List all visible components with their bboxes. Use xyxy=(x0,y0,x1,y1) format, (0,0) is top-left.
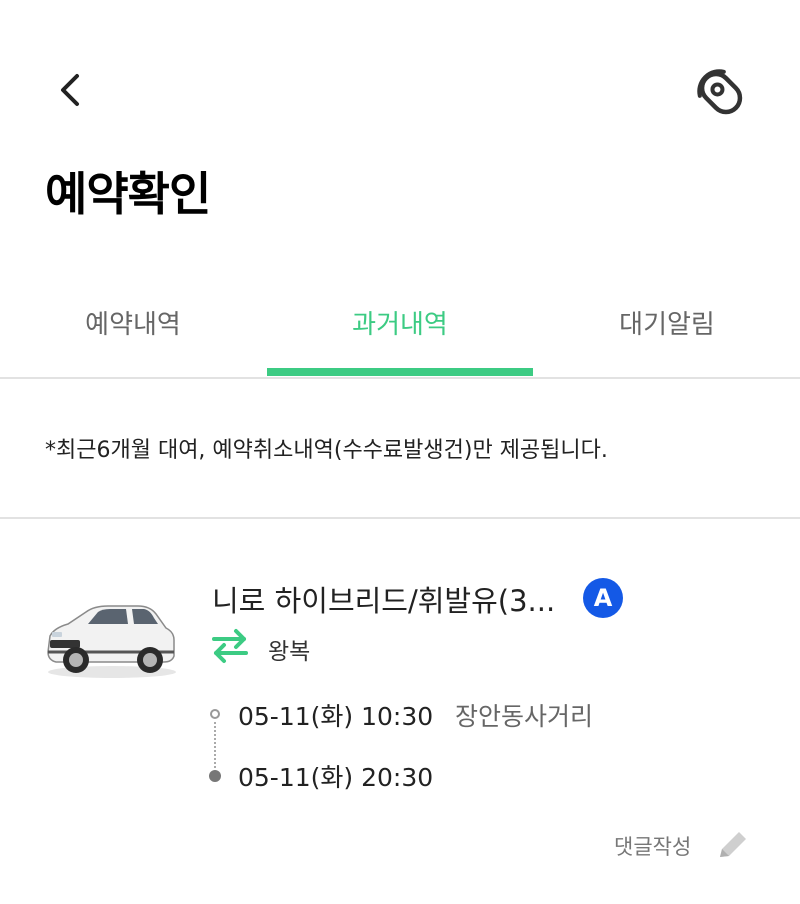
pencil-icon xyxy=(720,832,746,857)
return-timeline-dot xyxy=(209,770,221,782)
active-tab-indicator xyxy=(267,368,533,376)
history-notice: *최근6개월 대여, 예약취소내역(수수료발생건)만 제공됩니다. xyxy=(45,438,608,463)
page-title: 예약확인 xyxy=(45,167,211,221)
tab-bar: 예약내역 과거내역 대기알림 xyxy=(0,290,800,380)
pickup-time: 05-11(화) 10:30 xyxy=(238,702,434,731)
swap-arrows-icon xyxy=(210,626,250,666)
tab-waiting-alerts[interactable]: 대기알림 xyxy=(534,290,800,378)
pickup-location: 장안동사거리 xyxy=(455,702,594,731)
tab-past-history[interactable]: 과거내역 xyxy=(267,290,533,378)
car-image xyxy=(42,588,180,684)
notice-divider xyxy=(0,517,800,519)
car-key-button[interactable] xyxy=(688,58,754,124)
tab-divider xyxy=(0,377,800,379)
trip-type-label: 왕복 xyxy=(268,639,311,665)
back-button[interactable] xyxy=(44,62,100,118)
car-key-icon xyxy=(697,69,743,115)
grade-badge: A xyxy=(583,578,623,618)
timeline-connector xyxy=(214,722,216,768)
chevron-left-icon xyxy=(61,74,79,106)
return-time: 05-11(화) 20:30 xyxy=(238,763,434,792)
car-name: 니로 하이브리드/휘발유(3... xyxy=(212,584,556,618)
pickup-timeline-dot xyxy=(210,709,220,719)
tab-reservations[interactable]: 예약내역 xyxy=(0,290,266,378)
write-review-label: 댓글작성 xyxy=(614,835,692,859)
